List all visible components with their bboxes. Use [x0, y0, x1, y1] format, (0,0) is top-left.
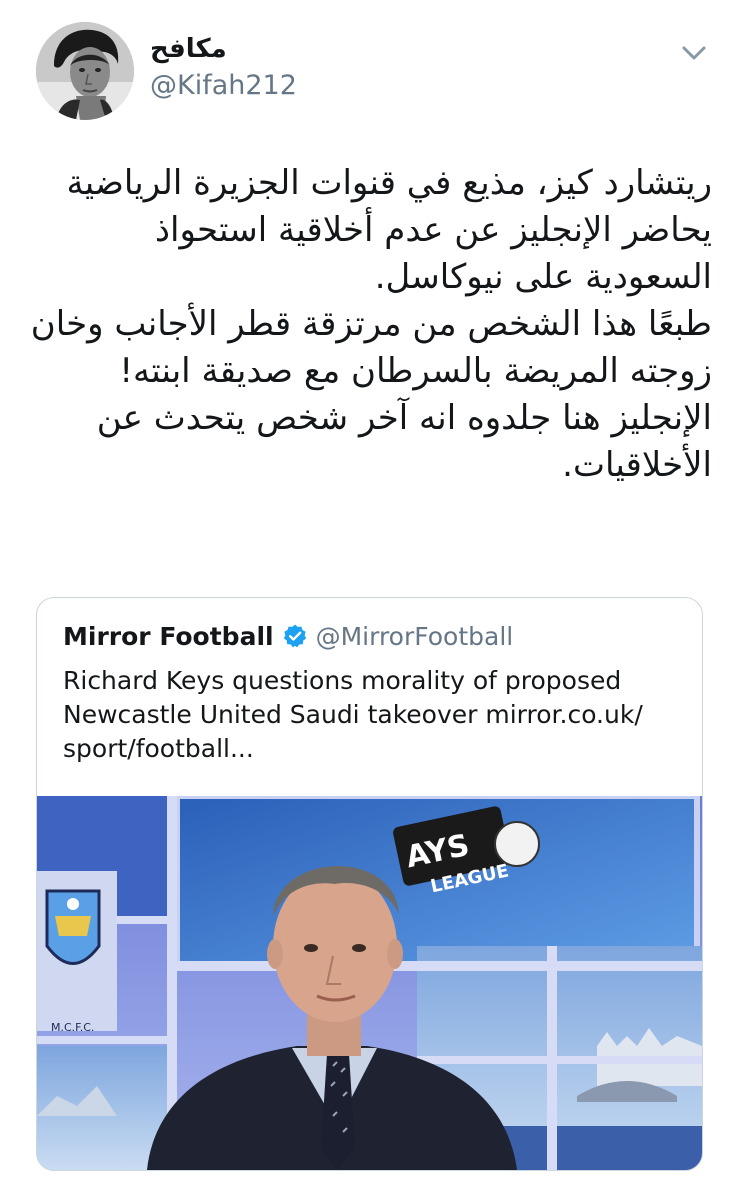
tweet-line: طبعًا هذا الشخص من مرتزقة قطر الأجانب وخ… [30, 304, 712, 344]
quoted-media-image[interactable]: M.C.F.C. AYS LEAGUE [37, 796, 702, 1170]
tweet-line: الأخلاقيات. [562, 445, 712, 485]
quoted-handle: @MirrorFootball [315, 621, 514, 651]
display-name[interactable]: مكافح [150, 34, 227, 64]
quoted-text-line: Newcastle United Saudi takeover mirror.c… [63, 700, 643, 729]
quoted-text-line: Richard Keys questions morality of propo… [63, 666, 622, 695]
quoted-tweet-card[interactable]: Mirror Football @MirrorFootball Richard … [36, 597, 703, 1171]
tweet-line: الإنجليز هنا جلدوه انه آخر شخص يتحدث عن [96, 398, 712, 438]
quoted-text-line: sport/football... [63, 734, 254, 763]
tweet-line: يحاضر الإنجليز عن عدم أخلاقية استحواذ [154, 210, 712, 250]
avatar[interactable] [36, 22, 134, 120]
tweet-line: ريتشارد كيز، مذيع في قنوات الجزيرة الريا… [66, 163, 712, 203]
quoted-display-name: Mirror Football [63, 621, 274, 651]
tweet-line: السعودية على نيوكاسل. [374, 257, 712, 297]
crest-text: M.C.F.C. [51, 1021, 94, 1034]
username-handle[interactable]: @Kifah212 [150, 70, 297, 101]
chevron-down-icon[interactable] [674, 38, 714, 70]
verified-badge-icon [283, 624, 306, 648]
avatar-image [36, 22, 134, 120]
tweet-text: ريتشارد كيز، مذيع في قنوات الجزيرة الريا… [24, 160, 712, 489]
quoted-tweet-header: Mirror Football @MirrorFootball [63, 618, 513, 654]
tweet-line: زوجته المريضة بالسرطان مع صديقة ابنته! [119, 351, 712, 391]
quoted-tweet-text: Richard Keys questions morality of propo… [63, 664, 683, 766]
tweet-header: مكافح @Kifah212 [0, 0, 738, 130]
